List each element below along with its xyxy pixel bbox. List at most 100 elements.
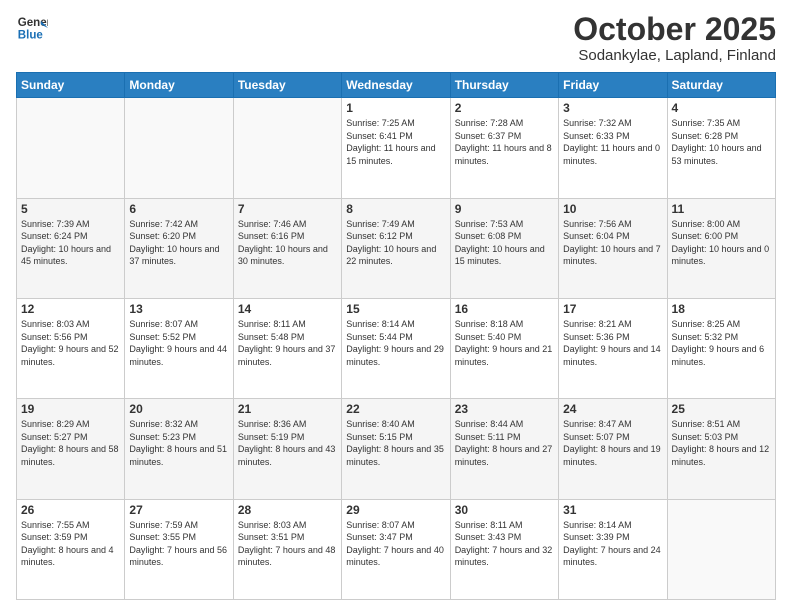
location-title: Sodankylae, Lapland, Finland (573, 47, 776, 64)
cell-1-0: 5 Sunrise: 7:39 AM Sunset: 6:24 PM Daylig… (17, 198, 125, 298)
cell-0-6: 4Sunrise: 7:35 AM Sunset: 6:28 PM Daylig… (667, 98, 775, 198)
day-number: 19 (21, 402, 120, 416)
cell-4-4: 30 Sunrise: 8:11 AM Sunset: 3:43 PM Dayli… (450, 499, 558, 599)
day-info: Sunrise: 7:49 AM Sunset: 6:12 PM Dayligh… (346, 218, 445, 268)
title-block: October 2025 Sodankylae, Lapland, Finlan… (573, 12, 776, 64)
day-info: Sunrise: 8:18 AM Sunset: 5:40 PM Dayligh… (455, 318, 554, 368)
cell-2-2: 14Sunrise: 8:11 AM Sunset: 5:48 PM Dayli… (233, 298, 341, 398)
day-number: 3 (563, 101, 662, 115)
day-info: Sunrise: 8:25 AM Sunset: 5:32 PM Dayligh… (672, 318, 771, 368)
cell-4-1: 27Sunrise: 7:59 AM Sunset: 3:55 PM Dayli… (125, 499, 233, 599)
day-info: Sunrise: 8:51 AM Sunset: 5:03 PM Dayligh… (672, 418, 771, 468)
cell-0-0 (17, 98, 125, 198)
cell-2-6: 18 Sunrise: 8:25 AM Sunset: 5:32 PM Dayli… (667, 298, 775, 398)
day-number: 15 (346, 302, 445, 316)
day-info: Sunrise: 7:55 AM Sunset: 3:59 PM Dayligh… (21, 519, 120, 569)
cell-3-1: 20Sunrise: 8:32 AM Sunset: 5:23 PM Dayli… (125, 399, 233, 499)
day-info: Sunrise: 8:14 AM Sunset: 5:44 PM Dayligh… (346, 318, 445, 368)
day-info: Sunrise: 7:32 AM Sunset: 6:33 PM Dayligh… (563, 117, 662, 167)
cell-3-0: 19 Sunrise: 8:29 AM Sunset: 5:27 PM Dayli… (17, 399, 125, 499)
cell-2-5: 17 Sunrise: 8:21 AM Sunset: 5:36 PM Dayli… (559, 298, 667, 398)
month-title: October 2025 (573, 12, 776, 47)
cell-3-3: 22Sunrise: 8:40 AM Sunset: 5:15 PM Dayli… (342, 399, 450, 499)
day-info: Sunrise: 8:14 AM Sunset: 3:39 PM Dayligh… (563, 519, 662, 569)
svg-text:General: General (18, 17, 48, 29)
day-number: 18 (672, 302, 771, 316)
day-number: 26 (21, 503, 120, 517)
day-number: 30 (455, 503, 554, 517)
cell-1-1: 6 Sunrise: 7:42 AM Sunset: 6:20 PM Daylig… (125, 198, 233, 298)
day-number: 11 (672, 202, 771, 216)
day-number: 7 (238, 202, 337, 216)
week-row-4: 26 Sunrise: 7:55 AM Sunset: 3:59 PM Dayli… (17, 499, 776, 599)
day-info: Sunrise: 7:59 AM Sunset: 3:55 PM Dayligh… (129, 519, 228, 569)
day-info: Sunrise: 7:42 AM Sunset: 6:20 PM Dayligh… (129, 218, 228, 268)
day-number: 1 (346, 101, 445, 115)
day-number: 2 (455, 101, 554, 115)
col-tuesday: Tuesday (233, 73, 341, 98)
day-info: Sunrise: 8:00 AM Sunset: 6:00 PM Dayligh… (672, 218, 771, 268)
cell-1-3: 8 Sunrise: 7:49 AM Sunset: 6:12 PM Daylig… (342, 198, 450, 298)
cell-0-4: 2 Sunrise: 7:28 AM Sunset: 6:37 PM Daylig… (450, 98, 558, 198)
col-sunday: Sunday (17, 73, 125, 98)
day-number: 9 (455, 202, 554, 216)
calendar-header-row: Sunday Monday Tuesday Wednesday Thursday… (17, 73, 776, 98)
day-info: Sunrise: 8:40 AM Sunset: 5:15 PM Dayligh… (346, 418, 445, 468)
day-info: Sunrise: 8:03 AM Sunset: 3:51 PM Dayligh… (238, 519, 337, 569)
day-info: Sunrise: 7:35 AM Sunset: 6:28 PM Dayligh… (672, 117, 771, 167)
col-thursday: Thursday (450, 73, 558, 98)
cell-0-5: 3 Sunrise: 7:32 AM Sunset: 6:33 PM Daylig… (559, 98, 667, 198)
cell-1-4: 9Sunrise: 7:53 AM Sunset: 6:08 PM Daylig… (450, 198, 558, 298)
week-row-1: 5 Sunrise: 7:39 AM Sunset: 6:24 PM Daylig… (17, 198, 776, 298)
day-info: Sunrise: 8:21 AM Sunset: 5:36 PM Dayligh… (563, 318, 662, 368)
day-number: 10 (563, 202, 662, 216)
cell-4-2: 28Sunrise: 8:03 AM Sunset: 3:51 PM Dayli… (233, 499, 341, 599)
header: General Blue October 2025 Sodankylae, La… (16, 12, 776, 64)
day-number: 13 (129, 302, 228, 316)
day-number: 17 (563, 302, 662, 316)
day-number: 6 (129, 202, 228, 216)
page: General Blue October 2025 Sodankylae, La… (0, 0, 792, 612)
cell-2-0: 12 Sunrise: 8:03 AM Sunset: 5:56 PM Dayli… (17, 298, 125, 398)
day-number: 16 (455, 302, 554, 316)
day-number: 12 (21, 302, 120, 316)
day-info: Sunrise: 8:11 AM Sunset: 5:48 PM Dayligh… (238, 318, 337, 368)
day-info: Sunrise: 8:11 AM Sunset: 3:43 PM Dayligh… (455, 519, 554, 569)
svg-text:Blue: Blue (18, 30, 44, 42)
calendar-table: Sunday Monday Tuesday Wednesday Thursday… (16, 72, 776, 600)
cell-4-6 (667, 499, 775, 599)
cell-1-5: 10 Sunrise: 7:56 AM Sunset: 6:04 PM Dayli… (559, 198, 667, 298)
day-info: Sunrise: 8:29 AM Sunset: 5:27 PM Dayligh… (21, 418, 120, 468)
day-info: Sunrise: 8:47 AM Sunset: 5:07 PM Dayligh… (563, 418, 662, 468)
cell-0-3: 1 Sunrise: 7:25 AM Sunset: 6:41 PM Daylig… (342, 98, 450, 198)
cell-0-1 (125, 98, 233, 198)
day-number: 8 (346, 202, 445, 216)
col-saturday: Saturday (667, 73, 775, 98)
day-number: 21 (238, 402, 337, 416)
week-row-0: 1 Sunrise: 7:25 AM Sunset: 6:41 PM Daylig… (17, 98, 776, 198)
day-number: 29 (346, 503, 445, 517)
day-number: 5 (21, 202, 120, 216)
logo-icon: General Blue (16, 12, 48, 44)
cell-1-2: 7Sunrise: 7:46 AM Sunset: 6:16 PM Daylig… (233, 198, 341, 298)
col-wednesday: Wednesday (342, 73, 450, 98)
cell-4-3: 29 Sunrise: 8:07 AM Sunset: 3:47 PM Dayli… (342, 499, 450, 599)
day-number: 20 (129, 402, 228, 416)
cell-1-6: 11 Sunrise: 8:00 AM Sunset: 6:00 PM Dayli… (667, 198, 775, 298)
day-info: Sunrise: 7:28 AM Sunset: 6:37 PM Dayligh… (455, 117, 554, 167)
day-info: Sunrise: 7:25 AM Sunset: 6:41 PM Dayligh… (346, 117, 445, 167)
day-number: 31 (563, 503, 662, 517)
cell-3-6: 25Sunrise: 8:51 AM Sunset: 5:03 PM Dayli… (667, 399, 775, 499)
cell-3-4: 23Sunrise: 8:44 AM Sunset: 5:11 PM Dayli… (450, 399, 558, 499)
day-info: Sunrise: 8:07 AM Sunset: 3:47 PM Dayligh… (346, 519, 445, 569)
day-info: Sunrise: 7:39 AM Sunset: 6:24 PM Dayligh… (21, 218, 120, 268)
day-number: 24 (563, 402, 662, 416)
day-info: Sunrise: 7:56 AM Sunset: 6:04 PM Dayligh… (563, 218, 662, 268)
day-info: Sunrise: 8:07 AM Sunset: 5:52 PM Dayligh… (129, 318, 228, 368)
cell-4-0: 26 Sunrise: 7:55 AM Sunset: 3:59 PM Dayli… (17, 499, 125, 599)
cell-3-2: 21Sunrise: 8:36 AM Sunset: 5:19 PM Dayli… (233, 399, 341, 499)
day-info: Sunrise: 8:03 AM Sunset: 5:56 PM Dayligh… (21, 318, 120, 368)
cell-2-1: 13 Sunrise: 8:07 AM Sunset: 5:52 PM Dayli… (125, 298, 233, 398)
cell-2-4: 16 Sunrise: 8:18 AM Sunset: 5:40 PM Dayli… (450, 298, 558, 398)
col-friday: Friday (559, 73, 667, 98)
